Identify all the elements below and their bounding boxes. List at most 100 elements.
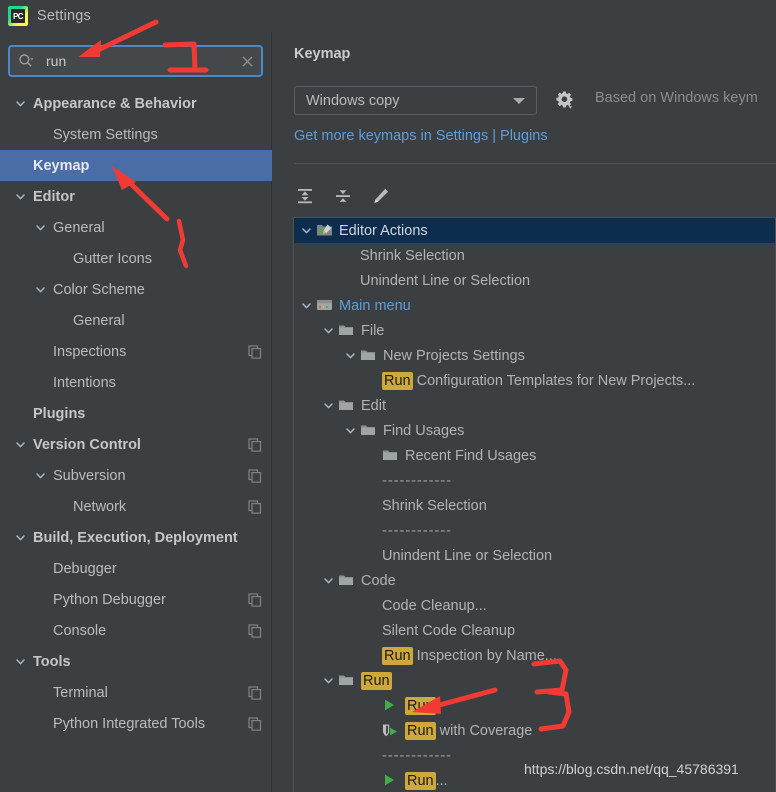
copy-settings-icon[interactable] [248,468,262,483]
sidebar-item-tools[interactable]: Tools [0,646,272,677]
chevron-down-icon[interactable] [322,400,334,412]
keymap-tree-row-row[interactable]: ------------ [294,518,775,543]
caret-placeholder [344,250,356,262]
chevron-down-icon[interactable] [34,221,47,234]
sidebar-item-console[interactable]: Console [0,615,272,646]
keymap-tree-row-main-menu[interactable]: Main menu [294,293,775,318]
expand-all-icon[interactable] [293,184,317,208]
sidebar-item-version-control[interactable]: Version Control [0,429,272,460]
keymap-tree-row-row[interactable]: ------------ [294,468,775,493]
keymap-tree-row-shrink-selection[interactable]: Shrink Selection [294,243,775,268]
collapse-all-icon[interactable] [331,184,355,208]
chevron-down-icon[interactable] [344,425,356,437]
keymap-tree-row-code[interactable]: Code [294,568,775,593]
sidebar-item-intentions[interactable]: Intentions [0,367,272,398]
keymap-action-tree[interactable]: Editor Actions Shrink Selection Unindent L… [293,217,776,792]
sidebar-item-subversion[interactable]: Subversion [0,460,272,491]
copy-settings-icon[interactable] [248,344,262,359]
copy-settings-icon[interactable] [248,437,262,452]
caret-placeholder [366,525,378,537]
keymap-tree-row-run[interactable]: Run [294,693,775,718]
sidebar-item-python-debugger[interactable]: Python Debugger [0,584,272,615]
sidebar-item-label: Editor [33,188,75,205]
sidebar-item-terminal[interactable]: Terminal [0,677,272,708]
sidebar-item-editor[interactable]: Editor [0,181,272,212]
copy-settings-icon[interactable] [248,716,262,731]
keymap-tree-row-label: Silent Code Cleanup [382,622,516,639]
chevron-down-icon[interactable] [14,97,27,110]
chevron-down-icon[interactable] [322,575,334,587]
caret-placeholder [34,345,47,358]
search-match-highlight: Run [382,646,413,665]
search-icon[interactable] [18,53,34,69]
keymap-tree-row-label: Run with Coverage [405,721,532,740]
keymap-tree-row-unindent-line-or-selection[interactable]: Unindent Line or Selection [294,543,775,568]
keymap-tree-row-new-projects-settings[interactable]: New Projects Settings [294,343,775,368]
keymap-tree-row-run-with-coverage[interactable]: Run with Coverage [294,718,775,743]
close-icon[interactable] [239,53,255,69]
sidebar-item-inspections[interactable]: Inspections [0,336,272,367]
keymap-tree-row-recent-find-usages[interactable]: Recent Find Usages [294,443,775,468]
gear-icon[interactable] [555,90,575,111]
copy-settings-icon[interactable] [248,623,262,638]
sidebar-item-general[interactable]: General [0,305,272,336]
keymap-tree-row-editor-actions[interactable]: Editor Actions [294,218,775,243]
chevron-down-icon[interactable] [322,675,334,687]
sidebar-item-plugins[interactable]: Plugins [0,398,272,429]
folder-icon [338,323,355,339]
keymap-tree-row-label: Find Usages [383,422,465,439]
keymap-tree-row-unindent-line-or-selection[interactable]: Unindent Line or Selection [294,268,775,293]
keymap-tree-row-run-inspection-by-name[interactable]: Run Inspection by Name... [294,643,775,668]
chevron-down-icon[interactable] [14,190,27,203]
chevron-down-icon[interactable] [322,325,334,337]
chevron-down-icon[interactable] [34,283,47,296]
sidebar-item-label: Intentions [53,374,116,391]
chevron-down-icon[interactable] [14,655,27,668]
caret-placeholder [34,717,47,730]
sidebar-item-build-execution-deployment[interactable]: Build, Execution, Deployment [0,522,272,553]
copy-settings-icon[interactable] [248,592,262,607]
sidebar-item-gutter-icons[interactable]: Gutter Icons [0,243,272,274]
pycharm-logo-icon: PC [8,6,28,26]
sidebar-item-color-scheme[interactable]: Color Scheme [0,274,272,305]
sidebar-item-debugger[interactable]: Debugger [0,553,272,584]
caret-placeholder [366,475,378,487]
chevron-down-icon[interactable] [34,469,47,482]
chevron-down-icon[interactable] [14,438,27,451]
get-more-keymaps-link[interactable]: Get more keymaps in Settings | Plugins [294,128,548,144]
keymap-select[interactable]: Windows copy [294,86,537,115]
keymap-tree-row-find-usages[interactable]: Find Usages [294,418,775,443]
keymap-tree-row-run[interactable]: Run [294,668,775,693]
sidebar-item-network[interactable]: Network [0,491,272,522]
edit-pencil-icon[interactable] [369,184,393,208]
caret-placeholder [366,600,378,612]
keymap-tree-row-run-configuration-templates-for-ne[interactable]: Run Configuration Templates for New Proj… [294,368,775,393]
folder-icon [360,423,377,439]
keymap-tree-row-edit[interactable]: Edit [294,393,775,418]
keymap-tree-row-code-cleanup[interactable]: Code Cleanup... [294,593,775,618]
keymap-tree-row-label: Recent Find Usages [405,447,537,464]
chevron-down-icon[interactable] [300,300,312,312]
based-on-label: Based on Windows keym [595,90,758,106]
chevron-down-icon[interactable] [14,531,27,544]
sidebar-item-keymap[interactable]: Keymap [0,150,272,181]
keymap-tree-row-label: Code [361,572,396,589]
folder-icon [360,348,377,364]
keymap-tree-row-shrink-selection[interactable]: Shrink Selection [294,493,775,518]
sidebar-item-label: General [73,312,125,329]
keymap-tree-row-label: Run... [405,771,448,790]
sidebar-item-appearance-behavior[interactable]: Appearance & Behavior [0,88,272,119]
copy-settings-icon[interactable] [248,685,262,700]
sidebar-item-general[interactable]: General [0,212,272,243]
pycharm-logo-text: PC [12,11,24,21]
sidebar-item-system-settings[interactable]: System Settings [0,119,272,150]
search-input[interactable] [34,53,239,69]
copy-settings-icon[interactable] [248,499,262,514]
chevron-down-icon[interactable] [300,225,312,237]
search-box[interactable] [8,45,263,77]
chevron-down-icon[interactable] [344,350,356,362]
sidebar-item-python-integrated-tools[interactable]: Python Integrated Tools [0,708,272,739]
keymap-tree-row-file[interactable]: File [294,318,775,343]
keymap-tree-row-silent-code-cleanup[interactable]: Silent Code Cleanup [294,618,775,643]
keymap-tree-row-label: Shrink Selection [360,247,465,264]
